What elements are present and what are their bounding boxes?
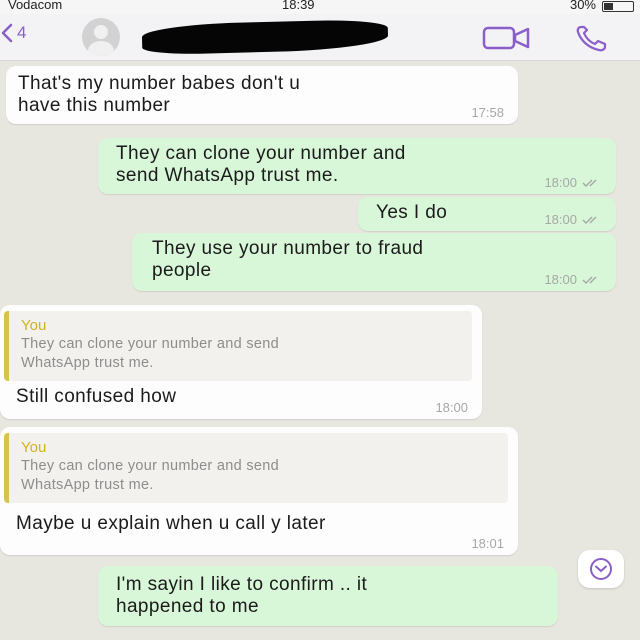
message-time: 18:00 <box>544 272 577 287</box>
message-list[interactable]: That's my number babes don't u have this… <box>0 60 640 640</box>
message-text: I'm sayin I like to confirm .. it happen… <box>116 574 368 617</box>
message-meta: 18:00 <box>544 212 602 227</box>
message-text: They use your number to fraud people <box>152 238 424 281</box>
redacted-contact-name[interactable] <box>141 18 389 56</box>
chat-header: 4 <box>0 14 640 61</box>
quoted-message[interactable]: You They can clone your number and send … <box>4 311 472 381</box>
message-text: Still confused how <box>16 386 177 407</box>
message-outgoing[interactable]: I'm sayin I like to confirm .. it happen… <box>98 566 558 626</box>
read-ticks-icon <box>582 276 597 284</box>
voice-call-button[interactable] <box>574 23 612 58</box>
message-incoming-reply[interactable]: You They can clone your number and send … <box>0 305 482 419</box>
message-incoming[interactable]: That's my number babes don't u have this… <box>6 66 518 124</box>
message-time: 17:58 <box>471 105 504 120</box>
video-call-button[interactable] <box>482 25 532 56</box>
quote-author: You <box>21 439 47 456</box>
message-meta: 18:00 <box>544 175 602 190</box>
message-time: 18:00 <box>435 400 468 415</box>
message-meta: 18:00 <box>544 272 602 287</box>
message-meta: 17:58 <box>471 105 504 120</box>
message-text: Maybe u explain when u call y later <box>16 513 326 534</box>
message-outgoing[interactable]: Yes I do 18:00 <box>358 197 616 231</box>
message-time: 18:00 <box>544 212 577 227</box>
clock: 18:39 <box>282 0 315 12</box>
back-button[interactable]: 4 <box>0 22 26 44</box>
carrier-name: Vodacom <box>8 0 63 12</box>
read-ticks-icon <box>582 179 597 187</box>
scroll-to-bottom-button[interactable] <box>578 550 624 588</box>
message-time: 18:01 <box>471 536 504 551</box>
avatar[interactable] <box>82 18 120 56</box>
message-text: That's my number babes don't u have this… <box>18 73 301 116</box>
quote-text: They can clone your number and send What… <box>21 336 279 371</box>
phone-icon <box>576 25 607 52</box>
message-meta: 18:01 <box>471 536 504 551</box>
video-camera-icon <box>482 26 530 50</box>
unread-count: 4 <box>17 23 27 42</box>
status-bar: Vodacom 18:39 30% <box>0 0 640 14</box>
message-outgoing[interactable]: They use your number to fraud people 18:… <box>132 233 616 291</box>
message-meta: 18:00 <box>435 400 468 415</box>
message-time: 18:00 <box>544 175 577 190</box>
quoted-message[interactable]: You They can clone your number and send … <box>4 433 508 503</box>
read-ticks-icon <box>582 216 597 224</box>
back-chevron-icon <box>1 23 13 43</box>
chevron-down-icon <box>590 558 612 580</box>
quote-author: You <box>21 317 47 334</box>
message-text: They can clone your number and send What… <box>116 143 406 186</box>
battery-percent: 30% <box>569 0 596 12</box>
battery-icon <box>602 1 634 12</box>
message-outgoing[interactable]: They can clone your number and send What… <box>98 138 616 194</box>
message-incoming-reply[interactable]: You They can clone your number and send … <box>0 427 518 555</box>
quote-text: They can clone your number and send What… <box>21 458 279 493</box>
